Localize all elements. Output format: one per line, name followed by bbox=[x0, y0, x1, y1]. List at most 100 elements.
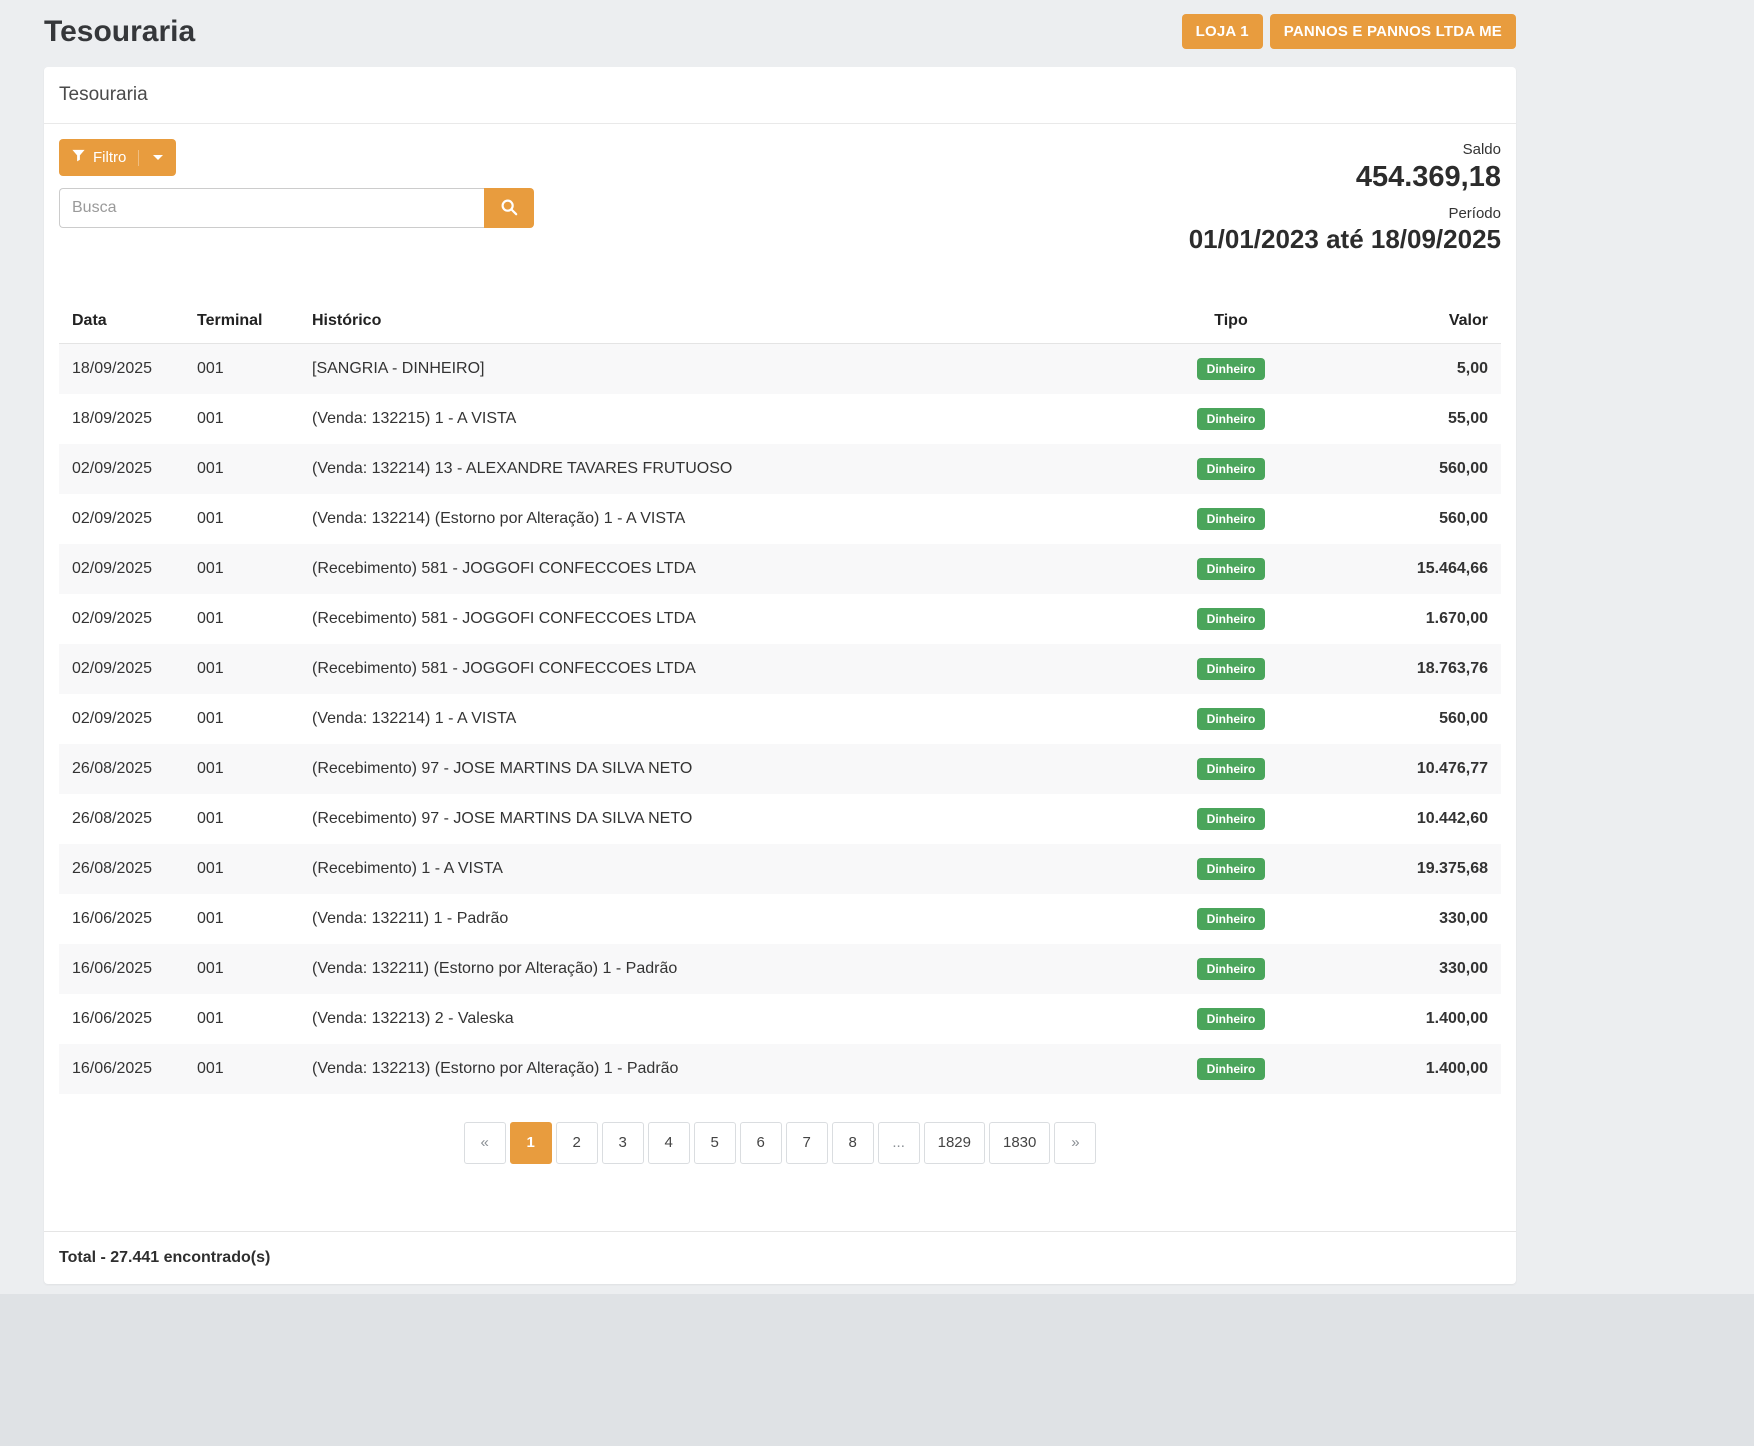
table-row: 16/06/2025001(Venda: 132211) 1 - PadrãoD… bbox=[59, 894, 1501, 944]
table-row: 18/09/2025001[SANGRIA - DINHEIRO]Dinheir… bbox=[59, 343, 1501, 394]
cell-terminal: 001 bbox=[184, 794, 299, 844]
search-icon bbox=[500, 198, 518, 219]
table-row: 26/08/2025001(Recebimento) 97 - JOSE MAR… bbox=[59, 744, 1501, 794]
table-row: 26/08/2025001(Recebimento) 1 - A VISTADi… bbox=[59, 844, 1501, 894]
cell-historico: (Venda: 132214) 13 - ALEXANDRE TAVARES F… bbox=[299, 444, 1161, 494]
cell-terminal: 001 bbox=[184, 343, 299, 394]
cell-data: 18/09/2025 bbox=[59, 343, 184, 394]
tipo-badge: Dinheiro bbox=[1197, 1058, 1266, 1080]
cell-valor: 1.670,00 bbox=[1301, 594, 1501, 644]
saldo-label: Saldo bbox=[1189, 141, 1501, 158]
tipo-badge: Dinheiro bbox=[1197, 1008, 1266, 1030]
cell-valor: 18.763,76 bbox=[1301, 644, 1501, 694]
filter-button[interactable]: Filtro bbox=[59, 139, 176, 176]
page-background: Tesouraria LOJA 1 PANNOS E PANNOS LTDA M… bbox=[0, 0, 1754, 1294]
pagination-prev[interactable]: « bbox=[464, 1122, 506, 1164]
table-row: 02/09/2025001(Venda: 132214) 13 - ALEXAN… bbox=[59, 444, 1501, 494]
page-title: Tesouraria bbox=[44, 15, 195, 49]
card-body: Filtro bbox=[44, 124, 1516, 1231]
tipo-badge: Dinheiro bbox=[1197, 458, 1266, 480]
cell-historico: (Venda: 132215) 1 - A VISTA bbox=[299, 394, 1161, 444]
column-header-valor: Valor bbox=[1301, 299, 1501, 344]
cell-valor: 55,00 bbox=[1301, 394, 1501, 444]
cell-historico: (Venda: 132214) 1 - A VISTA bbox=[299, 694, 1161, 744]
cell-tipo: Dinheiro bbox=[1161, 994, 1301, 1044]
table-row: 02/09/2025001(Recebimento) 581 - JOGGOFI… bbox=[59, 644, 1501, 694]
cell-historico: (Recebimento) 581 - JOGGOFI CONFECCOES L… bbox=[299, 594, 1161, 644]
table-row: 26/08/2025001(Recebimento) 97 - JOSE MAR… bbox=[59, 794, 1501, 844]
cell-terminal: 001 bbox=[184, 744, 299, 794]
cell-historico: (Venda: 132211) (Estorno por Alteração) … bbox=[299, 944, 1161, 994]
cell-terminal: 001 bbox=[184, 394, 299, 444]
filter-label: Filtro bbox=[93, 149, 126, 166]
cell-terminal: 001 bbox=[184, 994, 299, 1044]
main-container: Tesouraria LOJA 1 PANNOS E PANNOS LTDA M… bbox=[44, 14, 1516, 1284]
transactions-table: DataTerminalHistóricoTipoValor 18/09/202… bbox=[59, 299, 1501, 1094]
cell-valor: 330,00 bbox=[1301, 894, 1501, 944]
total-count: Total - 27.441 encontrado(s) bbox=[44, 1231, 1516, 1284]
search-group bbox=[59, 188, 534, 228]
pagination-page-5[interactable]: 5 bbox=[694, 1122, 736, 1164]
company-button[interactable]: PANNOS E PANNOS LTDA ME bbox=[1270, 14, 1516, 49]
topbar: Tesouraria LOJA 1 PANNOS E PANNOS LTDA M… bbox=[44, 14, 1516, 49]
cell-valor: 560,00 bbox=[1301, 494, 1501, 544]
cell-tipo: Dinheiro bbox=[1161, 343, 1301, 394]
table-row: 16/06/2025001(Venda: 132213) (Estorno po… bbox=[59, 1044, 1501, 1094]
periodo-value: 01/01/2023 até 18/09/2025 bbox=[1189, 224, 1501, 255]
filter-icon bbox=[72, 149, 85, 166]
table-header-row: DataTerminalHistóricoTipoValor bbox=[59, 299, 1501, 344]
tipo-badge: Dinheiro bbox=[1197, 908, 1266, 930]
pagination: «12345678...18291830» bbox=[59, 1122, 1501, 1164]
cell-valor: 5,00 bbox=[1301, 343, 1501, 394]
tipo-badge: Dinheiro bbox=[1197, 558, 1266, 580]
cell-tipo: Dinheiro bbox=[1161, 944, 1301, 994]
cell-terminal: 001 bbox=[184, 844, 299, 894]
pagination-page-8[interactable]: 8 bbox=[832, 1122, 874, 1164]
tipo-badge: Dinheiro bbox=[1197, 408, 1266, 430]
column-header-terminal: Terminal bbox=[184, 299, 299, 344]
pagination-page-1[interactable]: 1 bbox=[510, 1122, 552, 1164]
periodo-label: Período bbox=[1189, 205, 1501, 222]
cell-tipo: Dinheiro bbox=[1161, 694, 1301, 744]
tipo-badge: Dinheiro bbox=[1197, 658, 1266, 680]
cell-valor: 560,00 bbox=[1301, 444, 1501, 494]
pagination-page-7[interactable]: 7 bbox=[786, 1122, 828, 1164]
column-header-data: Data bbox=[59, 299, 184, 344]
cell-data: 18/09/2025 bbox=[59, 394, 184, 444]
cell-data: 26/08/2025 bbox=[59, 844, 184, 894]
pagination-page-6[interactable]: 6 bbox=[740, 1122, 782, 1164]
cell-data: 26/08/2025 bbox=[59, 744, 184, 794]
search-input[interactable] bbox=[59, 188, 484, 228]
cell-tipo: Dinheiro bbox=[1161, 544, 1301, 594]
pagination-page-2[interactable]: 2 bbox=[556, 1122, 598, 1164]
cell-data: 02/09/2025 bbox=[59, 694, 184, 744]
cell-terminal: 001 bbox=[184, 594, 299, 644]
pagination-page-3[interactable]: 3 bbox=[602, 1122, 644, 1164]
cell-historico: (Venda: 132214) (Estorno por Alteração) … bbox=[299, 494, 1161, 544]
cell-historico: (Recebimento) 1 - A VISTA bbox=[299, 844, 1161, 894]
saldo-value: 454.369,18 bbox=[1189, 160, 1501, 195]
cell-terminal: 001 bbox=[184, 694, 299, 744]
cell-valor: 15.464,66 bbox=[1301, 544, 1501, 594]
cell-tipo: Dinheiro bbox=[1161, 894, 1301, 944]
cell-data: 16/06/2025 bbox=[59, 944, 184, 994]
pagination-page-1829[interactable]: 1829 bbox=[924, 1122, 985, 1164]
pagination-next[interactable]: » bbox=[1054, 1122, 1096, 1164]
cell-data: 02/09/2025 bbox=[59, 594, 184, 644]
cell-tipo: Dinheiro bbox=[1161, 394, 1301, 444]
search-button[interactable] bbox=[484, 188, 534, 228]
tesouraria-card: Tesouraria Filtro bbox=[44, 67, 1516, 1284]
pagination-page-1830[interactable]: 1830 bbox=[989, 1122, 1050, 1164]
store-button[interactable]: LOJA 1 bbox=[1182, 14, 1263, 49]
topbar-buttons: LOJA 1 PANNOS E PANNOS LTDA ME bbox=[1182, 14, 1516, 49]
table-row: 02/09/2025001(Recebimento) 581 - JOGGOFI… bbox=[59, 594, 1501, 644]
tipo-badge: Dinheiro bbox=[1197, 508, 1266, 530]
table-row: 16/06/2025001(Venda: 132213) 2 - Valeska… bbox=[59, 994, 1501, 1044]
cell-tipo: Dinheiro bbox=[1161, 644, 1301, 694]
cell-historico: [SANGRIA - DINHEIRO] bbox=[299, 343, 1161, 394]
cell-historico: (Recebimento) 581 - JOGGOFI CONFECCOES L… bbox=[299, 544, 1161, 594]
cell-valor: 560,00 bbox=[1301, 694, 1501, 744]
cell-tipo: Dinheiro bbox=[1161, 444, 1301, 494]
pagination-page-4[interactable]: 4 bbox=[648, 1122, 690, 1164]
pagination-ellipsis: ... bbox=[878, 1122, 920, 1164]
